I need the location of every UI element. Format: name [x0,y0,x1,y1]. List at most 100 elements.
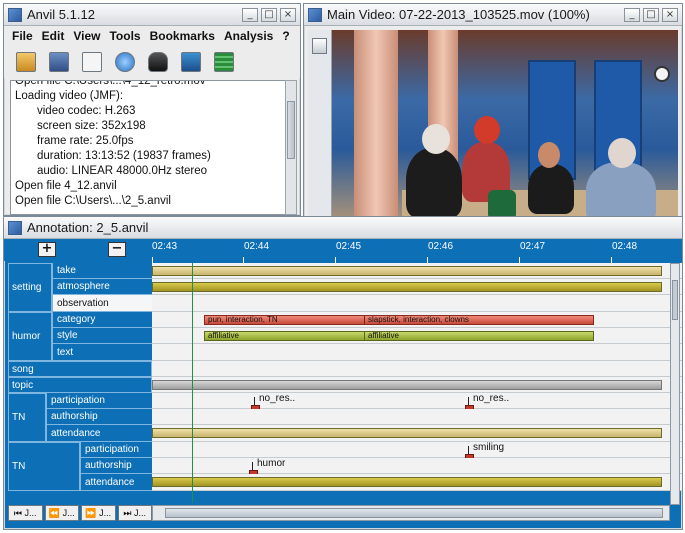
zoom-in-button[interactable]: + [38,242,56,257]
menu-analysis[interactable]: Analysis [224,29,273,43]
log-line: screen size: 352x198 [37,120,146,132]
anvil-main-window: Anvil 5.1.12 _ □ × File Edit View Tools … [3,3,301,216]
group-topic[interactable]: topic [8,377,152,393]
minimize-button[interactable]: _ [242,7,258,22]
video-frame[interactable] [308,30,678,229]
binoculars-icon[interactable] [148,52,168,72]
log-line: frame rate: 25.0fps [37,135,134,147]
annotation-element[interactable]: affiliative affiliative [204,331,594,341]
nav-label: J... [62,508,75,518]
time-tick-label: 02:47 [520,241,546,252]
menu-tools[interactable]: Tools [109,29,140,43]
volume-slider[interactable] [308,30,332,229]
menu-help[interactable]: ? [282,29,289,43]
maximize-button[interactable]: □ [643,7,659,22]
track-lane-topic[interactable] [152,377,682,393]
group-setting[interactable]: setting [8,263,52,312]
new-document-icon[interactable] [82,52,102,72]
track-lane-participation[interactable]: no_res.. no_res.. [152,393,682,413]
point-element[interactable]: smiling [465,442,504,462]
anvil-titlebar[interactable]: Anvil 5.1.12 _ □ × [4,4,300,26]
group-tn-2[interactable]: TN [8,442,80,491]
track-label-style[interactable]: style [52,328,152,344]
log-line: Open file C:\Users\...\2_5.anvil [15,195,171,207]
track-lane-observation[interactable] [152,295,682,312]
point-label: no_res.. [473,393,510,404]
grid-icon[interactable] [214,52,234,72]
jump-last-icon: ⏭ [123,508,132,518]
annotation-element[interactable] [152,477,662,487]
annotation-element[interactable] [152,266,662,276]
annotation-titlebar[interactable]: Annotation: 2_5.anvil [4,217,682,239]
menu-bookmarks[interactable]: Bookmarks [150,29,215,43]
scrollbar-thumb[interactable] [287,101,295,159]
point-element[interactable]: humor [249,458,285,478]
menu-view[interactable]: View [73,29,100,43]
open-folder-icon[interactable] [16,52,36,72]
jump-next-button[interactable]: ⏩ J... [81,505,116,521]
track-lane-participation[interactable]: smiling [152,442,682,462]
jump-last-button[interactable]: ⏭ J... [117,505,152,521]
video-titlebar[interactable]: Main Video: 07-22-2013_103525.mov (100%)… [304,4,682,26]
anvil-toolbar [4,46,300,78]
menu-edit[interactable]: Edit [42,29,65,43]
group-song[interactable]: song [8,361,152,377]
track-label-observation[interactable]: observation [52,295,152,312]
track-lane-style[interactable]: affiliative affiliative [152,328,682,344]
track-lane-category[interactable]: pun, interaction, TN slapstick, interact… [152,312,682,328]
console-scrollbar[interactable] [285,80,297,215]
track-label-take[interactable]: take [52,263,152,279]
playback-cursor[interactable] [192,263,193,503]
point-marker-icon [465,446,474,462]
track-label-atmosphere[interactable]: atmosphere [52,279,152,295]
monitor-icon[interactable] [181,52,201,72]
track-lane-authorship[interactable] [152,409,682,425]
scrollbar-thumb[interactable] [672,280,678,320]
console-log: Open file C:\Users\...\4_12_retro.mov Lo… [10,80,286,215]
track-label-attendance[interactable]: attendance [80,474,152,491]
point-element[interactable]: no_res.. [465,393,510,413]
track-label-attendance[interactable]: attendance [46,425,152,442]
track-lane-authorship[interactable]: humor [152,458,682,478]
element-label: affiliative [205,332,365,340]
tracks-vertical-scrollbar[interactable] [670,263,680,505]
close-button[interactable]: × [662,7,678,22]
jump-prev-icon: ⏪ [48,508,61,518]
jump-first-button[interactable]: ⏮ J... [8,505,43,521]
zoom-out-button[interactable]: − [108,242,126,257]
annotation-window-title: Annotation: 2_5.anvil [27,220,149,235]
track-label-category[interactable]: category [52,312,152,328]
track-lane-attendance[interactable] [152,474,682,491]
track-lane-song[interactable] [152,361,682,377]
time-axis[interactable]: 02:43 02:44 02:45 02:46 02:47 02:48 [152,239,682,263]
track-lane-text[interactable] [152,344,682,361]
annotation-app-icon [8,220,22,235]
track-label-participation[interactable]: participation [46,393,152,409]
annotation-element[interactable] [152,282,662,292]
close-button[interactable]: × [280,7,296,22]
group-tn-1[interactable]: TN [8,393,46,442]
scrollbar-thumb[interactable] [165,508,663,518]
track-lane-attendance[interactable] [152,425,682,442]
track-lane-take[interactable] [152,263,682,279]
timeline-horizontal-scrollbar[interactable] [152,505,670,521]
scene-person-head [608,138,636,168]
minimize-button[interactable]: _ [624,7,640,22]
track-label-authorship[interactable]: authorship [80,458,152,474]
track-label-authorship[interactable]: authorship [46,409,152,425]
annotation-element[interactable] [152,380,662,390]
track-label-text[interactable]: text [52,344,152,361]
log-line: duration: 13:13:52 (19837 frames) [37,150,211,162]
track-lane-atmosphere[interactable] [152,279,682,295]
track-label-participation[interactable]: participation [80,442,152,458]
group-humor[interactable]: humor [8,312,52,361]
sync-icon[interactable] [115,52,135,72]
menu-file[interactable]: File [12,29,33,43]
point-element[interactable]: no_res.. [251,393,295,413]
annotation-element[interactable]: pun, interaction, TN slapstick, interact… [204,315,594,325]
maximize-button[interactable]: □ [261,7,277,22]
jump-prev-button[interactable]: ⏪ J... [44,505,79,521]
annotation-element[interactable] [152,428,662,438]
slider-knob[interactable] [312,38,327,54]
save-disk-icon[interactable] [49,52,69,72]
